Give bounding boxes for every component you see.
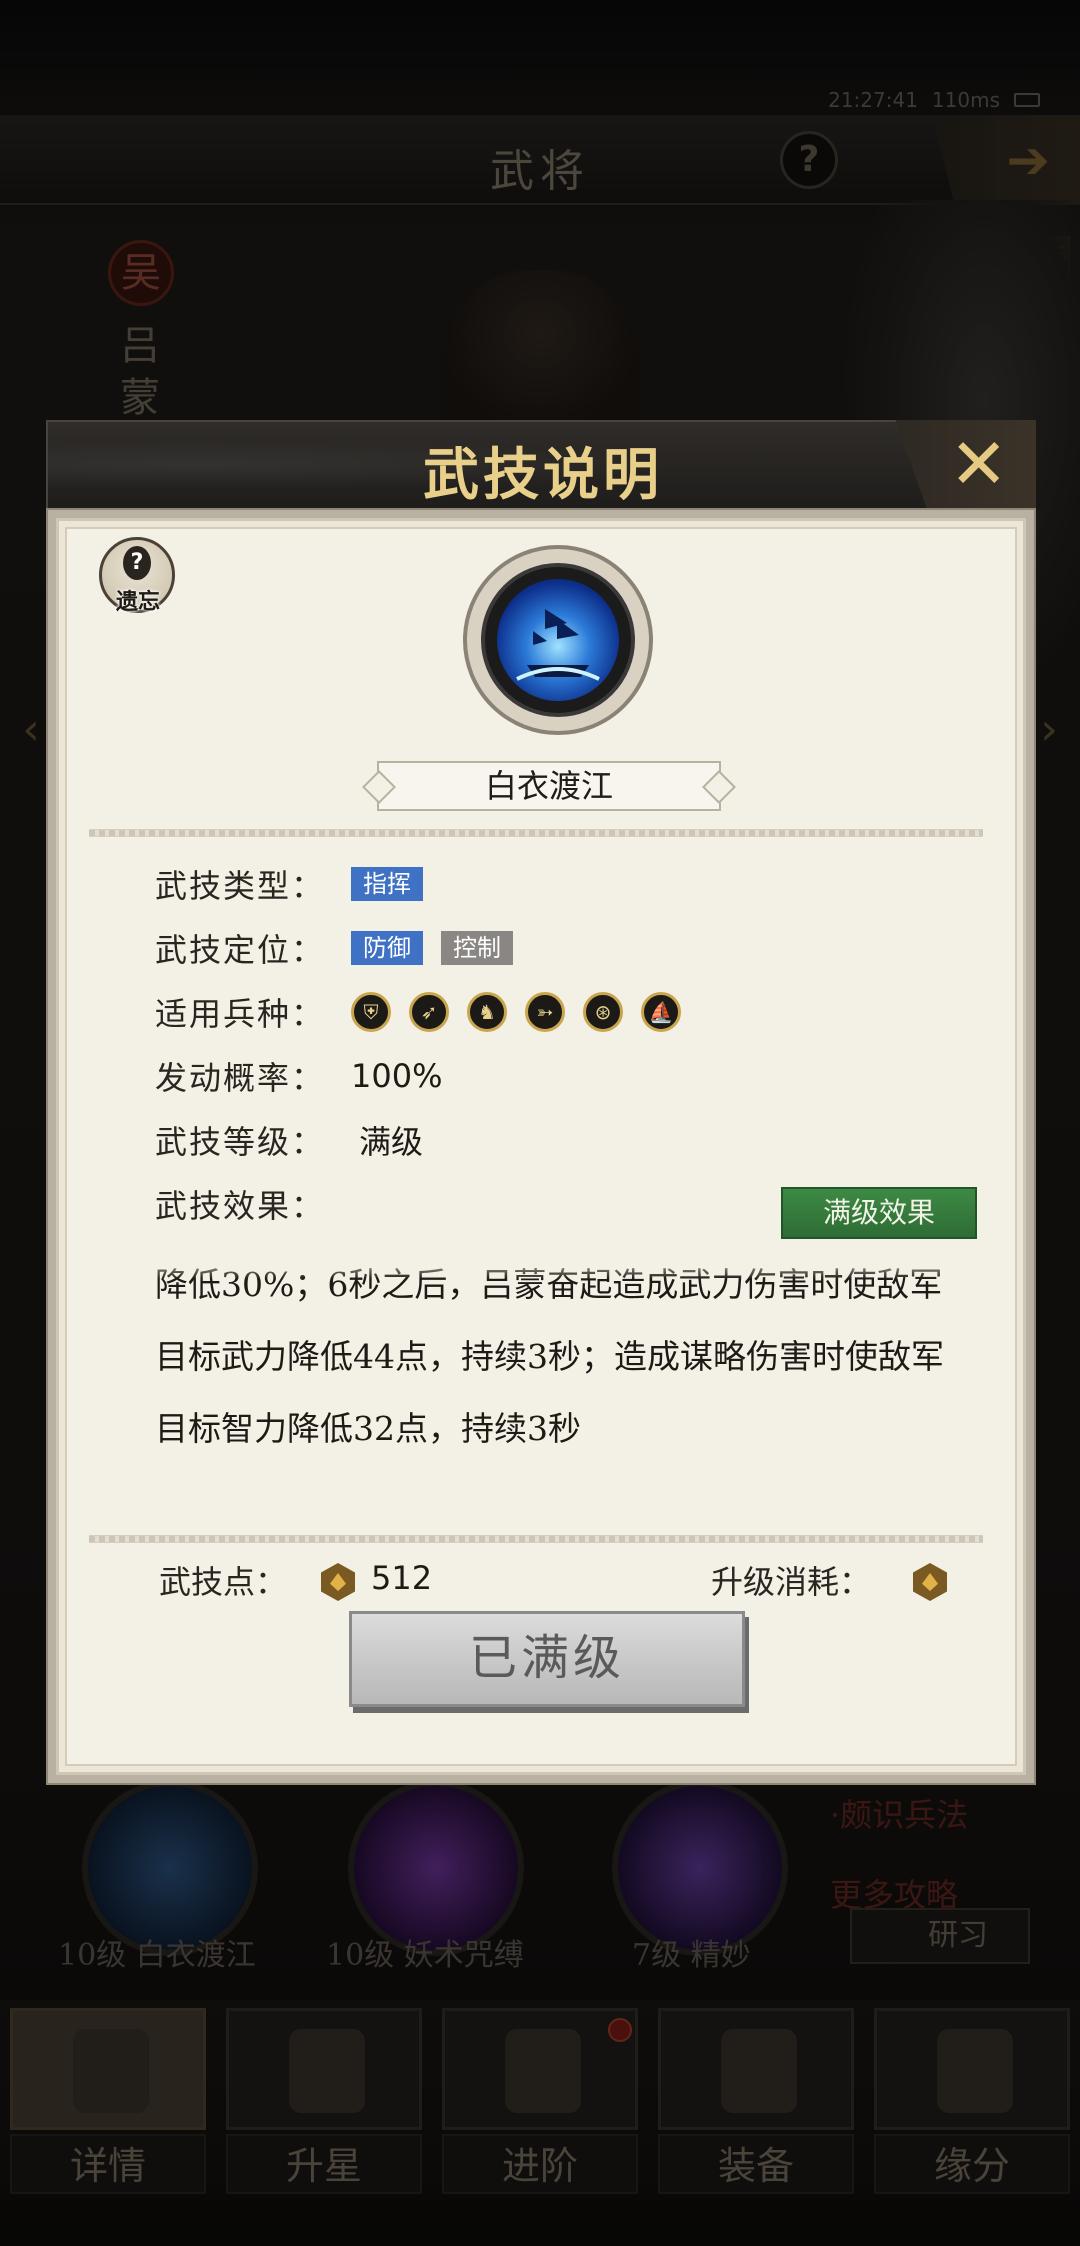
dialog-body: ? 遗忘 白衣渡江 武技类型： 指挥 武技定位： 防御 控制 适用兵种： ⛨ ➶…: [46, 508, 1036, 1785]
forget-button[interactable]: ? 遗忘: [99, 537, 175, 615]
tag-command: 指挥: [351, 867, 423, 901]
attr-level-value: 满级: [359, 1123, 424, 1161]
chariot-icon: ⊛: [583, 992, 623, 1032]
effect-text: 降低30%；6秒之后，吕蒙奋起造成武力伤害时使敌军目标武力降低44点，持续3秒；…: [155, 1265, 944, 1448]
skill-info-dialog: 武技说明 ✕ ? 遗忘 白衣渡江 武技类型： 指挥 武技定位： 防御 控制 适用…: [46, 420, 1038, 1785]
ship-skill-icon: [497, 579, 619, 701]
upgrade-cost-label: 升级消耗：: [711, 1563, 872, 1601]
attr-type: 武技类型： 指挥: [155, 859, 441, 909]
attr-troops-label: 适用兵种：: [155, 995, 326, 1033]
attr-effect: 武技效果：: [155, 1179, 351, 1229]
skill-name: 白衣渡江: [484, 767, 613, 805]
dialog-paper: ? 遗忘 白衣渡江 武技类型： 指挥 武技定位： 防御 控制 适用兵种： ⛨ ➶…: [56, 518, 1026, 1775]
dialog-title: 武技说明: [423, 442, 663, 508]
bow-icon: ➳: [525, 992, 565, 1032]
max-effect-button[interactable]: 满级效果: [781, 1187, 977, 1239]
ship-icon: ⛵: [641, 992, 681, 1032]
divider: [89, 829, 983, 837]
skill-points-label: 武技点：: [159, 1563, 288, 1601]
maxed-button[interactable]: 已满级: [349, 1611, 745, 1707]
scroll-fade: [155, 1239, 975, 1279]
attr-probability-value: 100%: [351, 1057, 443, 1095]
cost-point-icon: [913, 1563, 947, 1601]
shield-icon: ⛨: [351, 992, 391, 1032]
troop-icons: ⛨ ➶ ♞ ➳ ⊛ ⛵: [351, 992, 681, 1032]
tag-defense: 防御: [351, 931, 423, 965]
attr-type-label: 武技类型：: [155, 867, 326, 905]
attr-troops: 适用兵种： ⛨ ➶ ♞ ➳ ⊛ ⛵: [155, 987, 681, 1037]
tag-control: 控制: [441, 931, 513, 965]
points-row: 武技点： 512 升级消耗：: [159, 1555, 979, 1605]
skill-name-box: 白衣渡江: [377, 761, 721, 811]
forget-label: 遗忘: [115, 589, 160, 615]
horse-icon: ♞: [467, 992, 507, 1032]
skill-emblem: [463, 545, 653, 735]
attr-probability: 发动概率： 100%: [155, 1051, 442, 1101]
attr-probability-label: 发动概率：: [155, 1059, 326, 1097]
attr-level: 武技等级： 满级: [155, 1115, 423, 1165]
close-icon: ✕: [949, 423, 1008, 505]
dialog-header: 武技说明 ✕: [46, 420, 1038, 512]
attr-effect-label: 武技效果：: [155, 1187, 326, 1225]
spear-icon: ➶: [409, 992, 449, 1032]
question-icon: ?: [123, 546, 151, 580]
attr-position-label: 武技定位：: [155, 931, 326, 969]
skill-point-icon: [321, 1563, 355, 1601]
divider: [89, 1535, 983, 1543]
attr-level-label: 武技等级：: [155, 1123, 326, 1161]
attr-position: 武技定位： 防御 控制: [155, 923, 531, 973]
ship-icon: [516, 609, 600, 681]
skill-points-value: 512: [371, 1559, 433, 1597]
